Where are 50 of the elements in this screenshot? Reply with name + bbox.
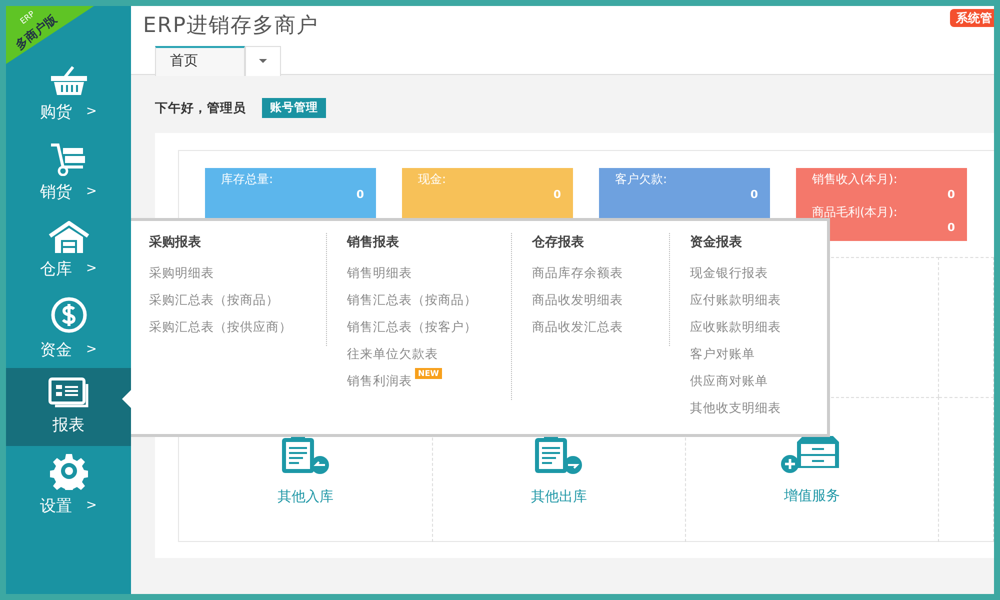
stat-label: 库存总量: (221, 172, 274, 187)
stat-value: 0 (947, 220, 955, 235)
menu-item[interactable]: 采购汇总表（按商品） (149, 286, 316, 312)
admin-button[interactable]: 系统管 (950, 9, 994, 27)
ribbon-label: ERP (19, 10, 36, 26)
menu-item[interactable]: 客户对账单 (690, 340, 810, 366)
stat-label: 现金: (418, 172, 448, 187)
new-badge: NEW (415, 368, 442, 378)
stat-value: 0 (356, 187, 364, 202)
menu-heading: 仓存报表 (532, 234, 585, 252)
sidebar-item[interactable]: 设置 > (6, 446, 131, 524)
caret-icon (258, 58, 268, 64)
sidebar-item[interactable]: 销货 > (6, 134, 131, 212)
tab-dropdown[interactable] (245, 46, 281, 76)
app-title: ERP进销存多商户 (143, 12, 319, 39)
stat-value: 0 (947, 187, 955, 202)
settings-icon (50, 452, 88, 490)
account-button[interactable]: 账号管理 (262, 98, 326, 118)
report-icon (48, 377, 90, 409)
menu-heading: 资金报表 (690, 234, 743, 252)
menu-item[interactable]: 往来单位欠款表 (347, 340, 501, 366)
greeting-text: 下午好，管理员 (155, 98, 246, 117)
dollar-icon (50, 296, 88, 334)
sidebar-item[interactable]: 报表 (6, 368, 131, 446)
menu-item[interactable]: 商品收发明细表 (532, 286, 659, 312)
menu-item[interactable]: 销售汇总表（按客户） (347, 312, 501, 340)
sidebar-item[interactable]: 资金 > (6, 290, 131, 368)
sidebar-item[interactable]: 仓库 > (6, 212, 131, 290)
menu-heading: 采购报表 (149, 234, 202, 252)
stat-label: 销售收入(本月): (812, 172, 898, 187)
menu-item[interactable]: 应付账款明细表 (690, 286, 810, 312)
menu-item[interactable]: 采购汇总表（按供应商） (149, 312, 316, 340)
menu-item[interactable]: 采购明细表 (149, 258, 316, 286)
stat-label: 商品毛利(本月): (812, 205, 898, 220)
menu-item[interactable]: 销售汇总表（按商品） (347, 286, 501, 312)
menu-item[interactable]: 应收账款明细表 (690, 312, 810, 340)
stat-value: 0 (750, 187, 758, 202)
basket-icon (48, 66, 88, 96)
menu-item[interactable]: 销售利润表 NEW (347, 366, 501, 394)
menu-item[interactable]: 现金银行报表 (690, 258, 810, 286)
tab[interactable]: 首页 (155, 46, 245, 76)
menu-item[interactable]: 供应商对账单 (690, 366, 810, 394)
menu-item[interactable]: 商品收发汇总表 (532, 312, 659, 340)
menu-item[interactable]: 商品库存余额表 (532, 258, 659, 286)
house-icon (48, 221, 90, 253)
stat-value: 0 (553, 187, 561, 202)
menu-item[interactable]: 销售明细表 (347, 258, 501, 286)
menu-heading: 销售报表 (347, 234, 400, 252)
stat-label: 客户欠款: (615, 172, 668, 187)
sidebar-item[interactable]: 购货 > (6, 56, 131, 134)
